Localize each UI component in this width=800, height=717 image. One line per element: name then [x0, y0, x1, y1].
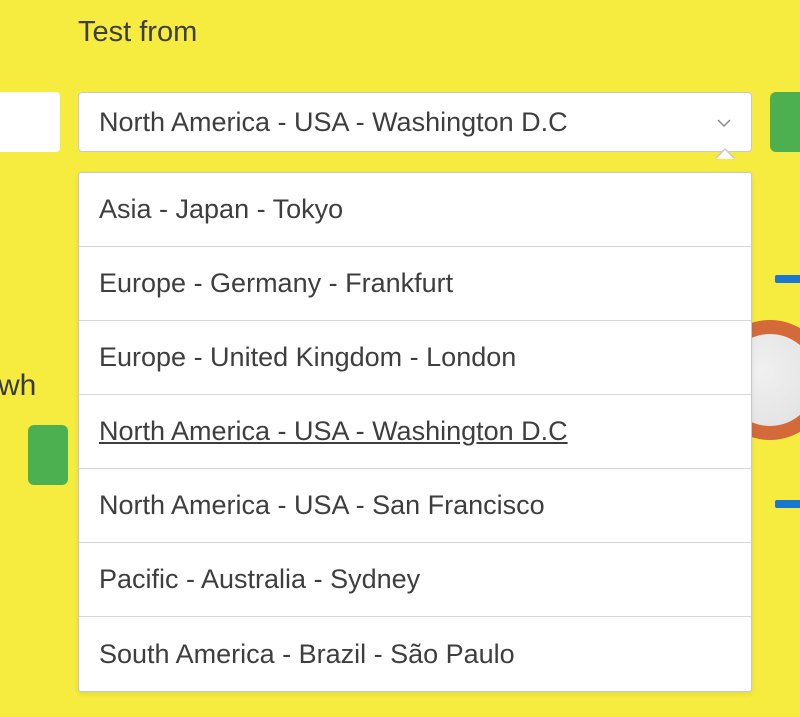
- dropdown-pointer: [716, 150, 734, 159]
- location-dropdown-list: Asia - Japan - TokyoEurope - Germany - F…: [78, 172, 752, 692]
- background-decorative-bar-bottom: [775, 500, 800, 508]
- background-button-fragment-right: [770, 92, 800, 152]
- background-text-fragment: wh: [0, 369, 36, 403]
- background-decorative-bar-top: [775, 275, 800, 283]
- location-dropdown-option[interactable]: Europe - United Kingdom - London: [79, 321, 751, 395]
- location-dropdown-select[interactable]: North America - USA - Washington D.C: [78, 92, 752, 152]
- test-from-label: Test from: [78, 16, 197, 49]
- location-dropdown-option[interactable]: Europe - Germany - Frankfurt: [79, 247, 751, 321]
- location-dropdown-option[interactable]: Asia - Japan - Tokyo: [79, 173, 751, 247]
- location-dropdown-option[interactable]: North America - USA - San Francisco: [79, 469, 751, 543]
- location-dropdown-option[interactable]: Pacific - Australia - Sydney: [79, 543, 751, 617]
- background-button-fragment-left: [28, 425, 68, 485]
- location-dropdown-option[interactable]: North America - USA - Washington D.C: [79, 395, 751, 469]
- chevron-down-icon: [717, 112, 731, 133]
- location-dropdown-selected-text: North America - USA - Washington D.C: [99, 107, 717, 138]
- location-dropdown-option[interactable]: South America - Brazil - São Paulo: [79, 617, 751, 691]
- background-input-fragment: [0, 92, 60, 152]
- location-dropdown-container: North America - USA - Washington D.C Asi…: [78, 92, 752, 152]
